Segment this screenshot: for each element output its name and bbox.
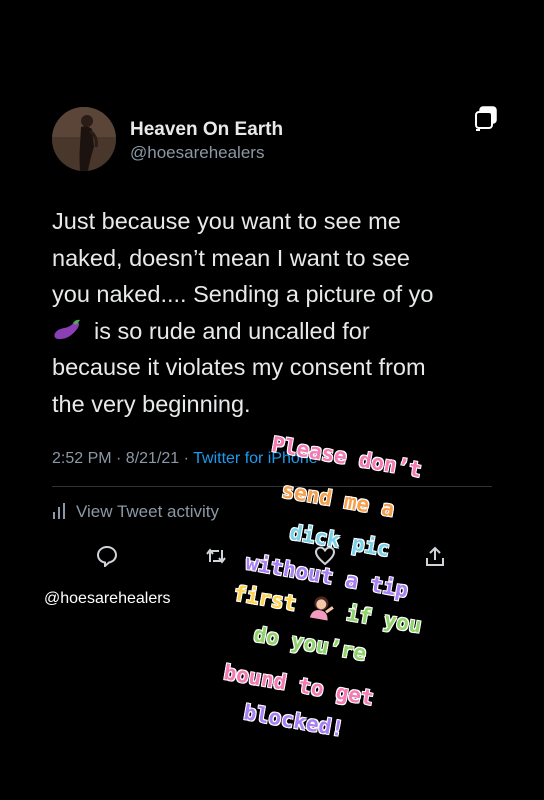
overlay-text-line: dick pic: [287, 520, 392, 562]
overlay-text-line: Please don’t: [269, 432, 424, 483]
display-name[interactable]: Heaven On Earth: [130, 119, 283, 141]
tweet-card: Heaven On Earth @hoesarehealers Just bec…: [0, 0, 544, 800]
reply-icon[interactable]: [96, 545, 118, 567]
avatar[interactable]: [52, 107, 116, 171]
share-icon[interactable]: [424, 545, 446, 567]
tweet-line: you naked.... Sending a picture of yo: [52, 281, 434, 307]
tweet-line: Just because you want to see me: [52, 208, 401, 234]
retweet-icon[interactable]: [205, 545, 227, 567]
tweet-line: because it violates my consent from: [52, 354, 426, 380]
person-tipping-hand-icon: [307, 593, 337, 621]
overlay-text-line: send me a: [279, 478, 397, 522]
copy-icon[interactable]: [474, 106, 498, 132]
tweet-body: Just because you want to see me naked, d…: [52, 203, 522, 422]
view-tweet-activity[interactable]: View Tweet activity: [52, 502, 219, 522]
tweet-line: the very beginning.: [52, 390, 251, 417]
user-handle[interactable]: @hoesarehealers: [130, 143, 264, 163]
activity-bars-icon: [52, 503, 66, 519]
overlay-text-line: do you’re: [251, 622, 369, 666]
tweet-line: naked, doesn’t mean I want to see: [52, 244, 410, 271]
tweet-line-with-emoji: is so rude and uncalled for: [52, 313, 522, 350]
watermark-handle: @hoesarehealers: [44, 590, 171, 607]
tweet-line-text: is so rude and uncalled for: [94, 317, 370, 344]
avatar-photo: [52, 107, 116, 171]
divider: [52, 486, 492, 487]
eggplant-icon: [52, 316, 82, 340]
timestamp[interactable]: 2:52 PM · 8/21/21 ·: [52, 450, 193, 467]
overlay-text-line: blocked!: [241, 700, 346, 742]
activity-label: View Tweet activity: [76, 502, 219, 521]
overlay-text: first: [231, 581, 299, 616]
overlay-text: if you: [344, 601, 424, 638]
